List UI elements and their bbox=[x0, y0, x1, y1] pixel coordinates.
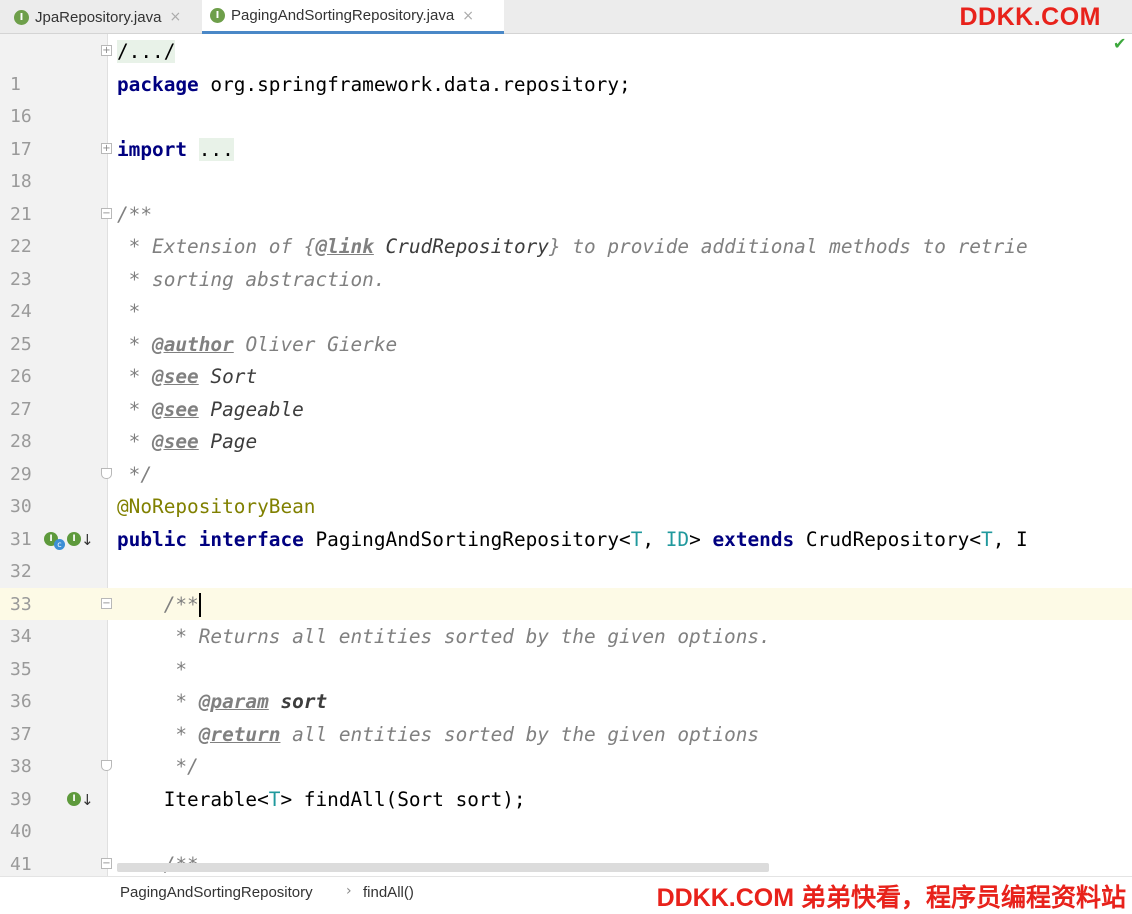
close-icon[interactable]: × bbox=[462, 8, 474, 24]
code-line: 28 * @see Pageable bbox=[0, 394, 1132, 453]
code-line: 32 I c I ↓ public interface PagingAndSor… bbox=[0, 524, 1132, 583]
text-caret bbox=[198, 593, 201, 617]
code-line-current: 34 − /** bbox=[0, 589, 1132, 647]
code-editor[interactable]: ✔ 1 + /.../ 16 package org.springframewo… bbox=[0, 34, 1132, 876]
code-line: 26 * @author Oliver Gierke bbox=[0, 329, 1132, 388]
horizontal-scrollbar[interactable] bbox=[117, 863, 769, 872]
code-line: 38 * @return all entities sorted by the … bbox=[0, 719, 1132, 778]
code-line: 22 − /** bbox=[0, 199, 1132, 258]
fold-collapse-icon[interactable]: − bbox=[101, 207, 112, 219]
tab-label: JpaRepository.java bbox=[35, 8, 162, 26]
tab-jparepository[interactable]: I JpaRepository.java × bbox=[14, 0, 200, 34]
fold-collapse-icon[interactable]: − bbox=[101, 597, 112, 609]
code-line: 29 * @see Page bbox=[0, 426, 1132, 485]
code-line: 41 bbox=[0, 816, 1132, 875]
code-line: 25 * bbox=[0, 296, 1132, 355]
code-line: 36 * bbox=[0, 654, 1132, 713]
fold-expand-icon[interactable]: + bbox=[101, 45, 112, 56]
code-line: 31 @NoRepositoryBean bbox=[0, 491, 1132, 550]
folded-region[interactable]: ... bbox=[198, 137, 234, 161]
interface-icon: I bbox=[67, 531, 81, 546]
code-line: 35 * Returns all entities sorted by the … bbox=[0, 621, 1132, 680]
tab-label: PagingAndSortingRepository.java bbox=[231, 7, 455, 24]
folded-region[interactable]: /.../ bbox=[117, 40, 176, 63]
close-icon[interactable]: × bbox=[169, 9, 181, 25]
code-line: 37 * @param sort bbox=[0, 686, 1132, 745]
code-lines: 1 + /.../ 16 package org.springframework… bbox=[0, 36, 1132, 876]
code-line: 24 * sorting abstraction. bbox=[0, 264, 1132, 323]
chevron-right-icon: › bbox=[346, 883, 352, 899]
code-line: 23 * Extension of {@link CrudRepository}… bbox=[0, 231, 1132, 290]
code-line: 27 * @see Sort bbox=[0, 361, 1132, 420]
watermark-bottom: DDKK.COM 弟弟快看，程序员编程资料站 bbox=[656, 884, 1126, 912]
fold-expand-icon[interactable]: + bbox=[101, 142, 112, 154]
fold-collapse-icon[interactable]: − bbox=[101, 857, 112, 869]
code-line: 33 bbox=[0, 556, 1132, 615]
breadcrumb-method[interactable]: findAll() bbox=[363, 884, 414, 901]
arrow-down-icon: ↓ bbox=[81, 790, 94, 809]
class-icon: c bbox=[54, 538, 65, 550]
interface-file-icon: I bbox=[14, 9, 29, 25]
breadcrumb-class[interactable]: PagingAndSortingRepository bbox=[120, 884, 313, 901]
code-line: 21 bbox=[0, 166, 1132, 225]
fold-end-icon[interactable] bbox=[101, 467, 112, 479]
code-line: 1 + /.../ bbox=[0, 36, 1132, 95]
code-line: 16 package org.springframework.data.repo… bbox=[0, 69, 1132, 128]
code-line: 40 I ↓ Iterable<T> findAll(Sort sort); bbox=[0, 784, 1132, 843]
breadcrumb: PagingAndSortingRepository › findAll() D… bbox=[0, 876, 1132, 912]
interface-icon: I bbox=[67, 791, 81, 806]
interface-file-icon: I bbox=[210, 8, 225, 23]
code-line: 30 */ bbox=[0, 459, 1132, 518]
fold-end-icon[interactable] bbox=[101, 760, 112, 771]
code-line: 17 bbox=[0, 101, 1132, 160]
editor-tab-bar: I JpaRepository.java × I PagingAndSortin… bbox=[0, 0, 1132, 34]
code-line: 39 */ bbox=[0, 751, 1132, 810]
code-line: 18 + import ... bbox=[0, 134, 1132, 192]
tab-pagingandsortingrepository[interactable]: I PagingAndSortingRepository.java × bbox=[202, 0, 504, 34]
watermark-top: DDKK.COM bbox=[959, 3, 1101, 31]
arrow-down-icon: ↓ bbox=[81, 530, 94, 549]
